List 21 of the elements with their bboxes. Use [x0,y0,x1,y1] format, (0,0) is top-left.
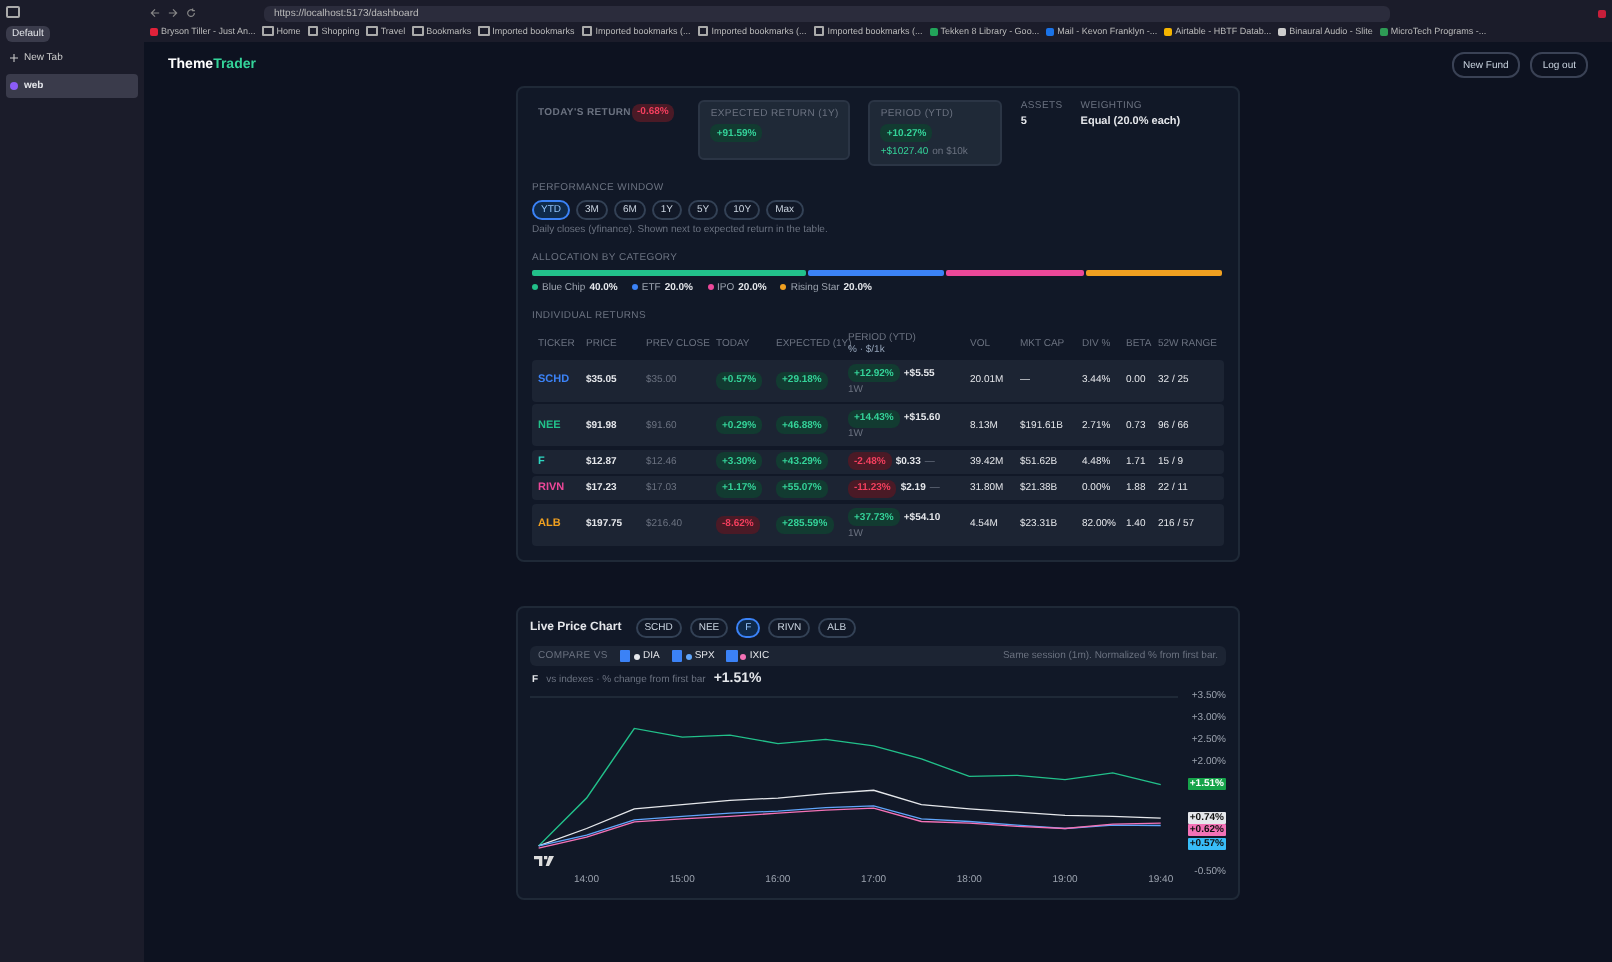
folder-icon [697,26,709,36]
checkbox[interactable] [671,650,683,662]
plus-icon [10,54,18,62]
folder-icon [366,26,378,36]
forward-icon[interactable] [168,8,178,18]
folder-icon [262,26,274,36]
folder-icon [307,26,319,36]
legend-dot [633,653,640,659]
folder-icon [813,26,825,36]
folder-icon [478,26,490,36]
folder-icon [412,26,424,36]
checkbox[interactable] [619,650,631,662]
folder-icon [581,26,593,36]
chart-logo-icon [534,856,554,866]
extension-icon[interactable] [1598,9,1606,17]
checkbox[interactable] [726,650,738,662]
back-icon[interactable] [150,8,160,18]
legend-dot [740,653,747,659]
legend-dot [685,653,692,659]
sidebar-toggle-icon[interactable] [6,6,20,18]
reload-icon[interactable] [186,8,196,18]
